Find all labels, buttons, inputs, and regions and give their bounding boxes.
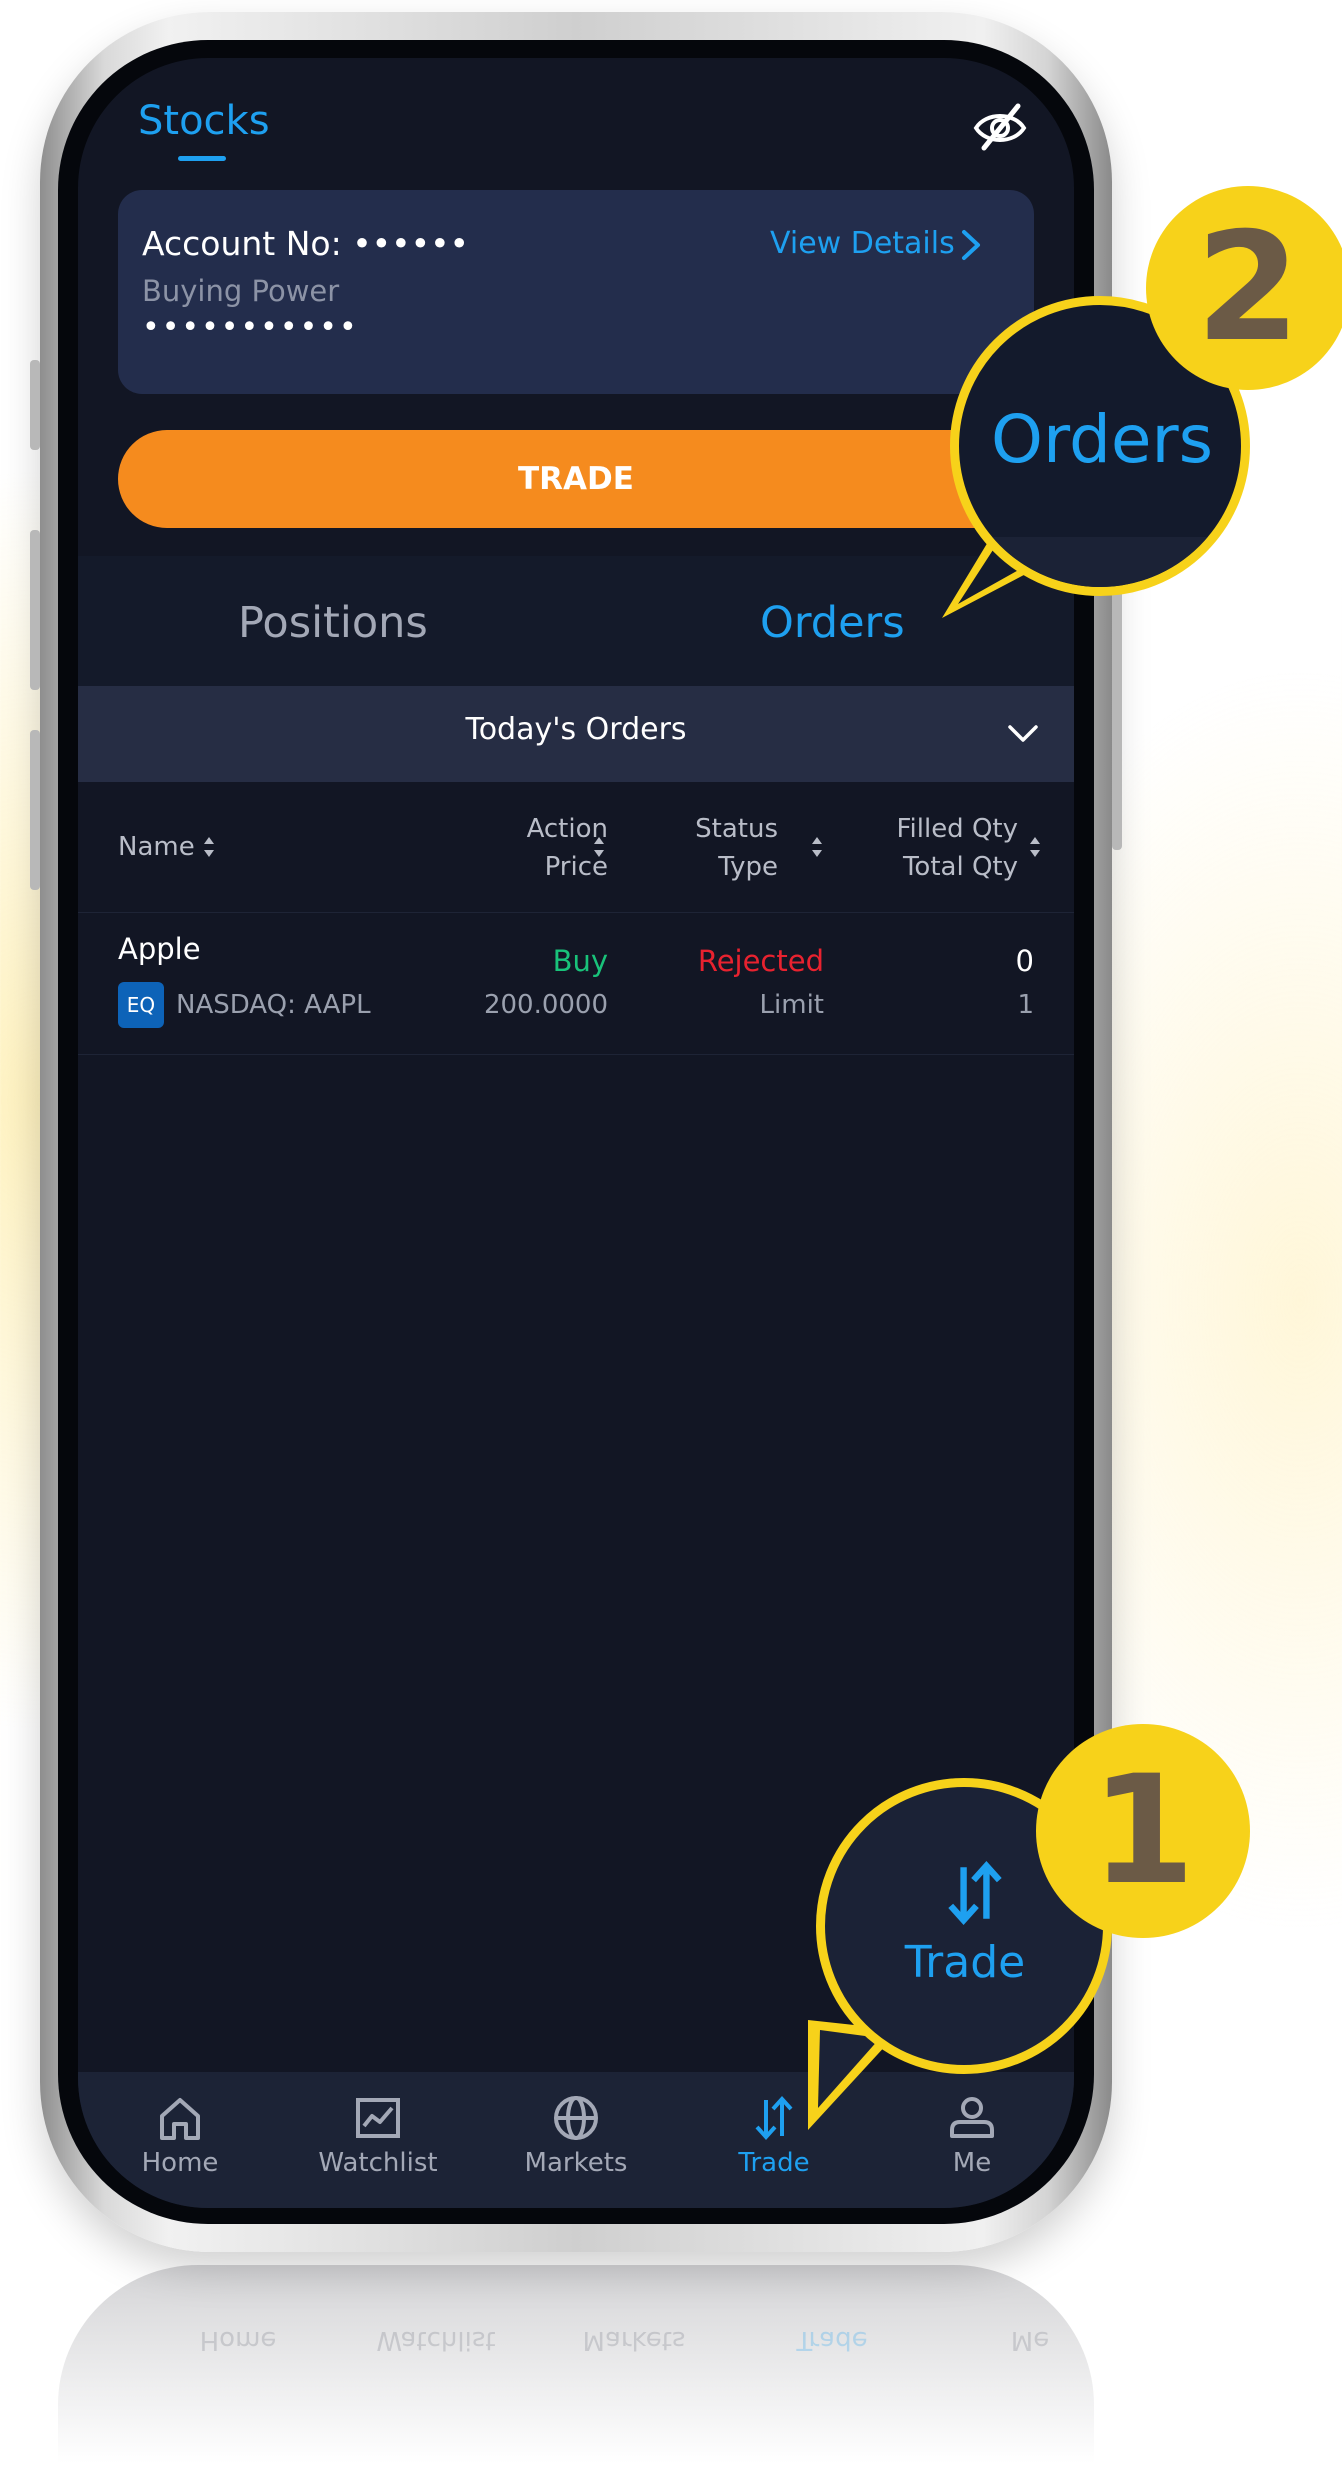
sort-icon[interactable]: [810, 836, 824, 858]
sort-icon[interactable]: [1028, 836, 1042, 858]
page-title[interactable]: Stocks: [138, 98, 270, 144]
nav-home[interactable]: Home: [100, 2090, 260, 2178]
tabs-bar: [78, 556, 1074, 686]
tab-positions[interactable]: Positions: [238, 598, 428, 648]
order-total-qty: 1: [1017, 990, 1034, 1020]
reflection-watchlist-label: Watchlist: [376, 2325, 496, 2355]
equity-badge: EQ: [118, 982, 164, 1028]
nav-home-label: Home: [141, 2148, 219, 2178]
globe-icon: [554, 2096, 598, 2140]
phone-side-button: [30, 360, 40, 450]
order-type: Limit: [759, 990, 824, 1020]
order-action: Buy: [552, 944, 608, 978]
order-name: Apple: [118, 932, 201, 966]
trade-arrows-icon: [948, 1861, 1002, 1925]
sort-icon[interactable]: [592, 836, 606, 858]
table-row[interactable]: [78, 914, 1074, 1055]
phone-power-button: [1112, 560, 1122, 850]
reflection-me: Me: [950, 2325, 1094, 2355]
buying-power-label: Buying Power: [142, 274, 340, 308]
orders-filter-value[interactable]: Today's Orders: [78, 712, 1074, 747]
view-details-link[interactable]: View Details: [770, 226, 955, 261]
reflection-home: Home: [158, 2325, 318, 2355]
nav-trade-label: Trade: [738, 2148, 810, 2178]
callout-orders-label: Orders: [991, 401, 1213, 478]
phone-volume-up-button: [30, 530, 40, 690]
title-underline: [178, 156, 226, 161]
callout-number-1: 1: [1036, 1724, 1250, 1938]
nav-markets-label: Markets: [524, 2148, 628, 2178]
reflection-home-label: Home: [199, 2325, 277, 2355]
eye-slash-icon[interactable]: [970, 98, 1030, 158]
home-icon: [160, 2098, 200, 2140]
account-number: Account No: ••••••: [142, 224, 470, 263]
chart-icon: [356, 2098, 400, 2138]
phone-volume-down-button: [30, 730, 40, 890]
nav-markets[interactable]: Markets: [496, 2090, 656, 2178]
reflection-watchlist: Watchlist: [356, 2325, 516, 2355]
nav-me-label: Me: [952, 2148, 992, 2178]
column-header-status[interactable]: Status: [638, 810, 778, 848]
order-filled-qty: 0: [1015, 944, 1034, 978]
nav-watchlist-label: Watchlist: [318, 2148, 438, 2178]
order-price: 200.0000: [483, 990, 608, 1020]
callout-number-2: 2: [1146, 186, 1342, 390]
order-symbol: NASDAQ: AAPL: [176, 990, 371, 1020]
chevron-right-icon[interactable]: [956, 228, 986, 262]
column-header-type[interactable]: Type: [638, 848, 778, 886]
person-icon: [950, 2097, 994, 2138]
trade-button[interactable]: TRADE: [118, 430, 1034, 528]
tab-orders[interactable]: Orders: [760, 598, 905, 648]
reflection-trade: Trade: [752, 2325, 912, 2355]
reflection-markets: Markets: [554, 2325, 714, 2355]
column-header-name[interactable]: Name: [118, 828, 195, 866]
reflection-me-label: Me: [1010, 2325, 1050, 2355]
phone-reflection: Home Watchlist Markets Trade Me: [58, 2265, 1094, 2474]
callout-trade-label: Trade: [904, 1937, 1026, 1988]
column-header-price[interactable]: Price: [458, 848, 608, 886]
nav-watchlist[interactable]: Watchlist: [298, 2090, 458, 2178]
column-header-action[interactable]: Action: [458, 810, 608, 848]
column-header-total-qty[interactable]: Total Qty: [858, 848, 1018, 886]
reflection-trade-label: Trade: [796, 2325, 868, 2355]
reflection-markets-label: Markets: [582, 2325, 686, 2355]
chevron-down-icon[interactable]: [1006, 718, 1040, 748]
column-header-filled-qty[interactable]: Filled Qty: [858, 810, 1018, 848]
order-status: Rejected: [697, 944, 824, 978]
buying-power-value: •••••••••••: [142, 310, 359, 345]
sort-icon[interactable]: [202, 836, 216, 858]
